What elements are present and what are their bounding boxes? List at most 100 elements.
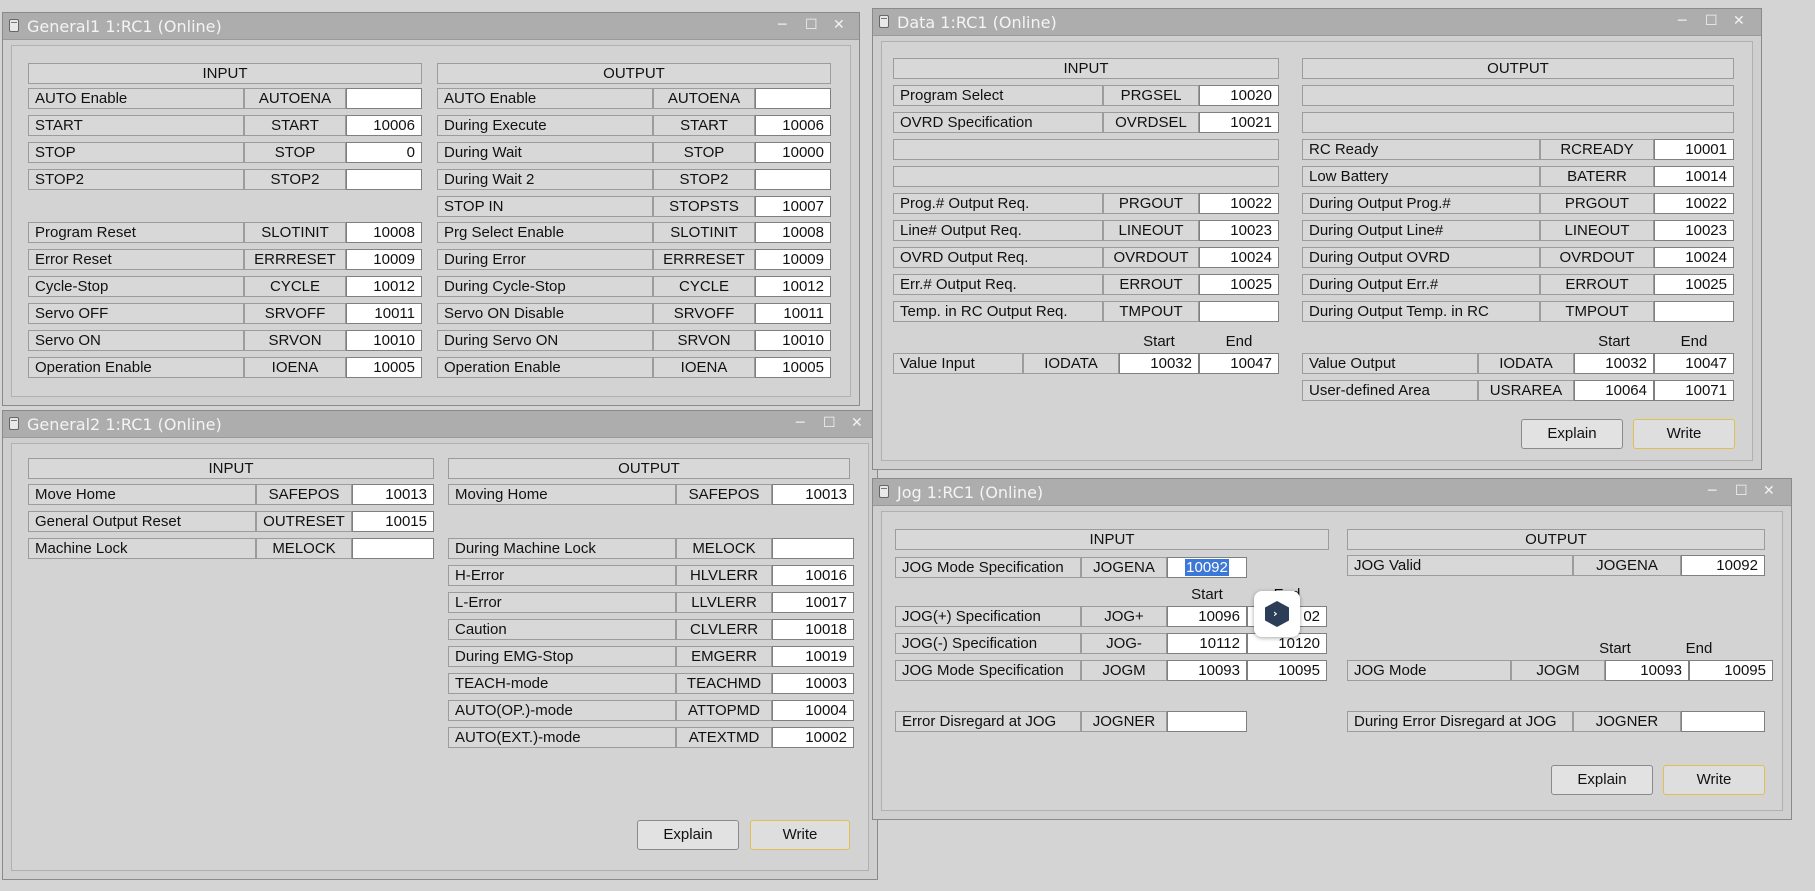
explain-button[interactable]: Explain xyxy=(1551,765,1653,795)
signal-number-field[interactable]: 10012 xyxy=(755,276,831,297)
signal-number-field[interactable] xyxy=(772,538,854,559)
signal-number-field[interactable]: 10006 xyxy=(755,115,831,136)
end-number-field[interactable]: 10047 xyxy=(1199,353,1279,374)
signal-number-field[interactable]: 10007 xyxy=(755,196,831,217)
maximize-icon[interactable]: ☐ xyxy=(805,16,818,34)
signal-number-field[interactable]: 10024 xyxy=(1654,247,1734,268)
signal-number-field[interactable]: 10013 xyxy=(772,484,854,505)
minimize-icon[interactable]: ─ xyxy=(1708,482,1716,500)
explain-button[interactable]: Explain xyxy=(637,820,739,850)
general1-window: General1 1:RC1 (Online) ─ ☐ ✕ INPUT OUTPU… xyxy=(2,12,860,406)
signal-number-field[interactable]: 10005 xyxy=(346,357,422,378)
signal-number-field[interactable]: 10015 xyxy=(352,511,434,532)
signal-number-field[interactable]: 10022 xyxy=(1199,193,1279,214)
signal-label: AUTO Enable xyxy=(28,88,244,109)
start-number-field[interactable]: 10064 xyxy=(1574,380,1654,401)
general1-titlebar[interactable]: General1 1:RC1 (Online) ─ ☐ ✕ xyxy=(3,13,859,40)
signal-number-field[interactable]: 10011 xyxy=(755,303,831,324)
signal-number-field[interactable]: 10001 xyxy=(1654,139,1734,160)
signal-number-field[interactable]: 10016 xyxy=(772,565,854,586)
minimize-icon[interactable]: ─ xyxy=(778,16,786,34)
signal-number-field[interactable]: 10025 xyxy=(1654,274,1734,295)
signal-number-field[interactable]: 10024 xyxy=(1199,247,1279,268)
signal-number-field[interactable]: 0 xyxy=(346,142,422,163)
signal-number-field[interactable] xyxy=(1167,711,1247,732)
maximize-icon[interactable]: ☐ xyxy=(823,414,836,432)
signal-number-field[interactable]: 10009 xyxy=(346,249,422,270)
signal-number-field[interactable]: 10019 xyxy=(772,646,854,667)
signal-number-field[interactable] xyxy=(352,538,434,559)
close-icon[interactable]: ✕ xyxy=(1733,12,1745,30)
signal-name: START xyxy=(244,115,346,136)
signal-label: Value Output xyxy=(1302,353,1478,374)
signal-number-field[interactable]: 10006 xyxy=(346,115,422,136)
end-number-field[interactable]: 10095 xyxy=(1689,660,1773,681)
signal-number-field[interactable]: 10012 xyxy=(346,276,422,297)
close-icon[interactable]: ✕ xyxy=(851,414,863,432)
data-titlebar[interactable]: Data 1:RC1 (Online) ─ ☐ ✕ xyxy=(873,9,1761,36)
close-icon[interactable]: ✕ xyxy=(1763,482,1775,500)
end-number-field[interactable]: 10047 xyxy=(1654,353,1734,374)
write-button[interactable]: Write xyxy=(750,820,850,850)
signal-number-field[interactable]: 10008 xyxy=(346,222,422,243)
minimize-icon[interactable]: ─ xyxy=(796,414,804,432)
signal-number-field[interactable]: 10009 xyxy=(755,249,831,270)
input-header: INPUT xyxy=(893,58,1279,79)
start-number-field[interactable]: 10112 xyxy=(1167,633,1247,654)
start-number-field[interactable]: 10096 xyxy=(1167,606,1247,627)
start-number-field[interactable]: 10093 xyxy=(1167,660,1247,681)
maximize-icon[interactable]: ☐ xyxy=(1735,482,1748,500)
signal-number-field[interactable]: 10017 xyxy=(772,592,854,613)
signal-number-field[interactable]: 10011 xyxy=(346,303,422,324)
signal-number-field[interactable]: 10023 xyxy=(1654,220,1734,241)
minimize-icon[interactable]: ─ xyxy=(1678,12,1686,30)
signal-number-field[interactable]: 10000 xyxy=(755,142,831,163)
assistant-badge[interactable]: › xyxy=(1254,591,1300,637)
signal-label: Servo ON Disable xyxy=(437,303,653,324)
signal-name: PRGSEL xyxy=(1103,85,1199,106)
general2-titlebar[interactable]: General2 1:RC1 (Online) ─ ☐ ✕ xyxy=(3,411,877,438)
signal-number-field[interactable]: 10021 xyxy=(1199,112,1279,133)
start-number-field[interactable]: 10032 xyxy=(1574,353,1654,374)
maximize-icon[interactable]: ☐ xyxy=(1705,12,1718,30)
signal-label: During Output Prog.# xyxy=(1302,193,1540,214)
write-button[interactable]: Write xyxy=(1633,419,1735,449)
signal-number-field[interactable] xyxy=(1654,301,1734,322)
signal-number-field[interactable]: 10020 xyxy=(1199,85,1279,106)
start-number-field[interactable]: 10032 xyxy=(1119,353,1199,374)
signal-number-field[interactable] xyxy=(755,169,831,190)
signal-number-field[interactable]: 10013 xyxy=(352,484,434,505)
signal-number-field[interactable]: 10003 xyxy=(772,673,854,694)
end-number-field[interactable]: 10095 xyxy=(1247,660,1327,681)
write-button[interactable]: Write xyxy=(1663,765,1765,795)
signal-number-field[interactable] xyxy=(346,88,422,109)
signal-number-field[interactable] xyxy=(346,169,422,190)
signal-number-field[interactable]: 10014 xyxy=(1654,166,1734,187)
signal-number-field[interactable] xyxy=(1199,301,1279,322)
signal-label: STOP IN xyxy=(437,196,653,217)
jog-mode-number-field[interactable]: 10092 xyxy=(1167,557,1247,578)
signal-name: IODATA xyxy=(1478,353,1574,374)
signal-number-field[interactable] xyxy=(1681,711,1765,732)
jog-titlebar[interactable]: Jog 1:RC1 (Online) ─ ☐ ✕ xyxy=(873,479,1791,506)
signal-number-field[interactable]: 10092 xyxy=(1681,555,1765,576)
signal-number-field[interactable]: 10018 xyxy=(772,619,854,640)
signal-label: During Output Err.# xyxy=(1302,274,1540,295)
signal-number-field[interactable]: 10010 xyxy=(755,330,831,351)
signal-number-field[interactable]: 10023 xyxy=(1199,220,1279,241)
signal-number-field[interactable]: 10005 xyxy=(755,357,831,378)
end-number-field[interactable]: 10071 xyxy=(1654,380,1734,401)
start-number-field[interactable]: 10093 xyxy=(1605,660,1689,681)
signal-number-field[interactable]: 10025 xyxy=(1199,274,1279,295)
close-icon[interactable]: ✕ xyxy=(833,16,845,34)
signal-name: JOGENA xyxy=(1573,555,1681,576)
explain-button[interactable]: Explain xyxy=(1521,419,1623,449)
signal-number-field[interactable]: 10010 xyxy=(346,330,422,351)
signal-number-field[interactable]: 10004 xyxy=(772,700,854,721)
signal-number-field[interactable]: 10002 xyxy=(772,727,854,748)
signal-number-field[interactable]: 10008 xyxy=(755,222,831,243)
signal-number-field[interactable] xyxy=(755,88,831,109)
signal-label: Operation Enable xyxy=(28,357,244,378)
signal-number-field[interactable]: 10022 xyxy=(1654,193,1734,214)
signal-label: OVRD Output Req. xyxy=(893,247,1103,268)
